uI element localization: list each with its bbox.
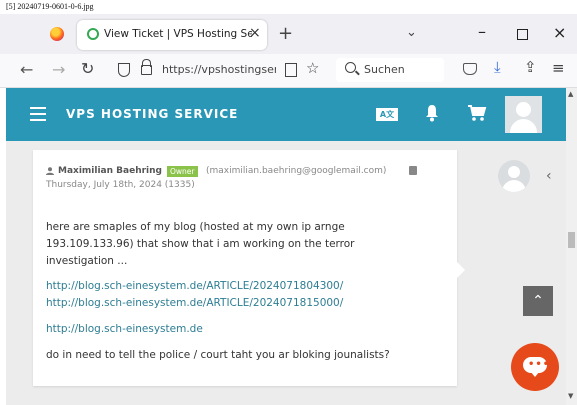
staff-avatar <box>498 160 530 192</box>
reader-view-icon[interactable] <box>285 63 297 77</box>
minimize-window-button[interactable]: – <box>478 22 486 41</box>
language-icon[interactable]: A文 <box>376 108 398 121</box>
card-pointer <box>457 262 465 278</box>
close-window-button[interactable]: × <box>553 23 566 42</box>
new-tab-button[interactable]: + <box>278 23 293 44</box>
tab-favicon-icon <box>87 28 99 40</box>
maximize-window-button[interactable] <box>517 29 528 40</box>
chat-bubble-tail <box>530 371 540 377</box>
message-date: Thursday, July 18th, 2024 (1335) <box>46 180 195 190</box>
back-arrow-icon[interactable]: ← <box>20 60 33 79</box>
hamburger-menu-icon[interactable] <box>30 107 46 125</box>
message-link[interactable]: http://blog.sch-einesystem.de/ARTICLE/20… <box>46 280 343 292</box>
forward-arrow-icon[interactable]: → <box>52 60 65 79</box>
scroll-down-icon[interactable]: ▼ <box>568 392 573 400</box>
firefox-view-icon[interactable] <box>50 27 64 41</box>
chat-dots-icon: ••• <box>528 359 551 370</box>
notification-bell-icon[interactable] <box>425 104 439 122</box>
address-bar-url[interactable]: https://vpshostingserv <box>162 63 276 76</box>
image-caption: [5] 20240719-0601-0-6.jpg <box>6 2 94 11</box>
user-icon <box>46 167 54 175</box>
message-question: do in need to tell the police / court ta… <box>46 349 390 361</box>
search-placeholder: Suchen <box>364 63 405 76</box>
reload-icon[interactable]: ↻ <box>81 59 94 78</box>
extensions-icon[interactable]: ⇪ <box>524 58 537 76</box>
chevron-left-icon[interactable]: ‹ <box>546 168 552 184</box>
lock-icon[interactable] <box>141 65 152 75</box>
app-menu-icon[interactable]: ≡ <box>552 59 565 77</box>
tracking-shield-icon[interactable] <box>118 63 130 77</box>
message-text: here are smaples of my blog (hosted at m… <box>46 221 355 267</box>
scroll-up-icon[interactable]: ▲ <box>568 90 573 98</box>
download-icon[interactable]: ⤓ <box>494 58 501 76</box>
scrollbar-thumb[interactable] <box>568 232 575 248</box>
message-link[interactable]: http://blog.sch-einesystem.de <box>46 323 203 335</box>
bookmark-star-icon[interactable]: ☆ <box>306 59 319 77</box>
close-tab-icon[interactable]: × <box>249 25 261 41</box>
message-link[interactable]: http://blog.sch-einesystem.de/ARTICLE/20… <box>46 297 343 309</box>
trash-icon[interactable] <box>409 166 417 175</box>
user-avatar[interactable] <box>505 96 542 133</box>
tab-title: View Ticket | VPS Hosting Servic <box>104 28 252 40</box>
owner-badge: Owner <box>167 166 198 177</box>
cart-icon[interactable] <box>467 104 487 122</box>
author-name: Maximilian Baehring <box>58 166 162 176</box>
site-brand[interactable]: VPS HOSTING SERVICE <box>66 107 238 121</box>
scroll-to-top-button[interactable]: ⌃ <box>523 286 553 316</box>
pocket-icon[interactable] <box>463 63 477 75</box>
list-tabs-icon[interactable]: ⌄ <box>406 25 417 40</box>
author-email: (maximilian.baehring@googlemail.com) <box>206 166 387 176</box>
